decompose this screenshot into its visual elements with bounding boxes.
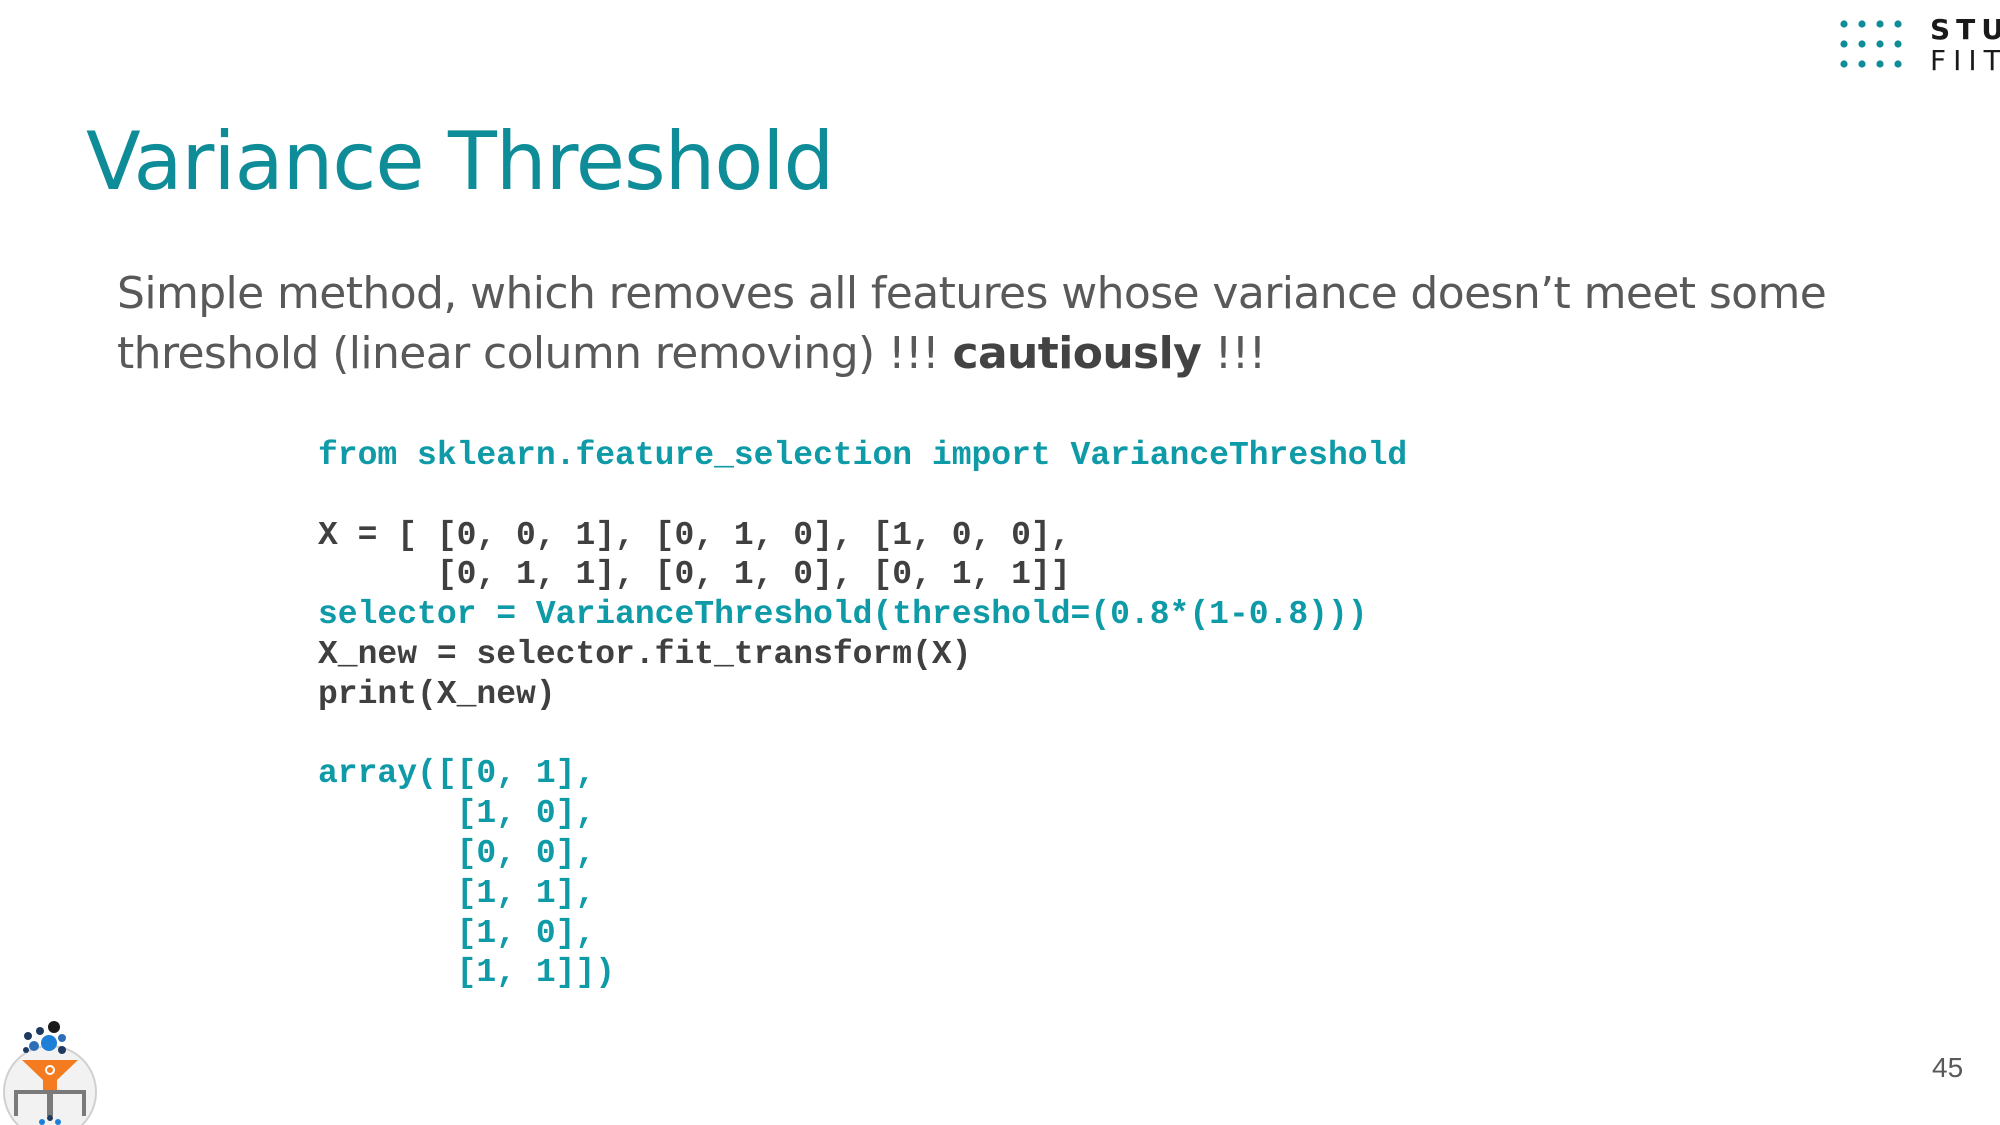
code-line: X_new = selector.fit_transform(X) (318, 635, 972, 673)
code-line: [1, 0], (318, 795, 596, 833)
logo-wordmark: STU FIIT (1930, 14, 2000, 76)
intro-emphasis: cautiously (952, 328, 1202, 379)
code-line: [1, 0], (318, 914, 596, 952)
code-line: [0, 0], (318, 834, 596, 872)
intro-paragraph: Simple method, which removes all feature… (117, 264, 1977, 384)
logo-line-stu: STU (1930, 13, 2000, 46)
code-line: print(X_new) (318, 675, 556, 713)
code-line: [1, 1], (318, 874, 596, 912)
code-block: from sklearn.feature_selection import Va… (318, 436, 1407, 993)
code-line: [1, 1]]) (318, 954, 616, 992)
code-line: X = [ [0, 0, 1], [0, 1, 0], [1, 0, 0], (318, 516, 1071, 554)
code-line: from sklearn.feature_selection import Va… (318, 437, 1408, 474)
page-number: 45 (1932, 1052, 1964, 1083)
logo-line-fiit: FIIT (1930, 44, 2000, 77)
code-line: selector = VarianceThreshold(threshold=(… (318, 596, 1368, 634)
slide-title: Variance Threshold (86, 115, 834, 208)
stu-fiit-logo: STU FIIT (1838, 14, 2000, 78)
code-line: array([[0, 1], (318, 755, 596, 793)
feature-selection-funnel-icon (3, 1021, 97, 1125)
intro-suffix: !!! (1201, 328, 1267, 379)
code-line: [0, 1, 1], [0, 1, 0], [0, 1, 1]] (318, 556, 1071, 594)
dot-grid-icon (1840, 20, 1902, 68)
